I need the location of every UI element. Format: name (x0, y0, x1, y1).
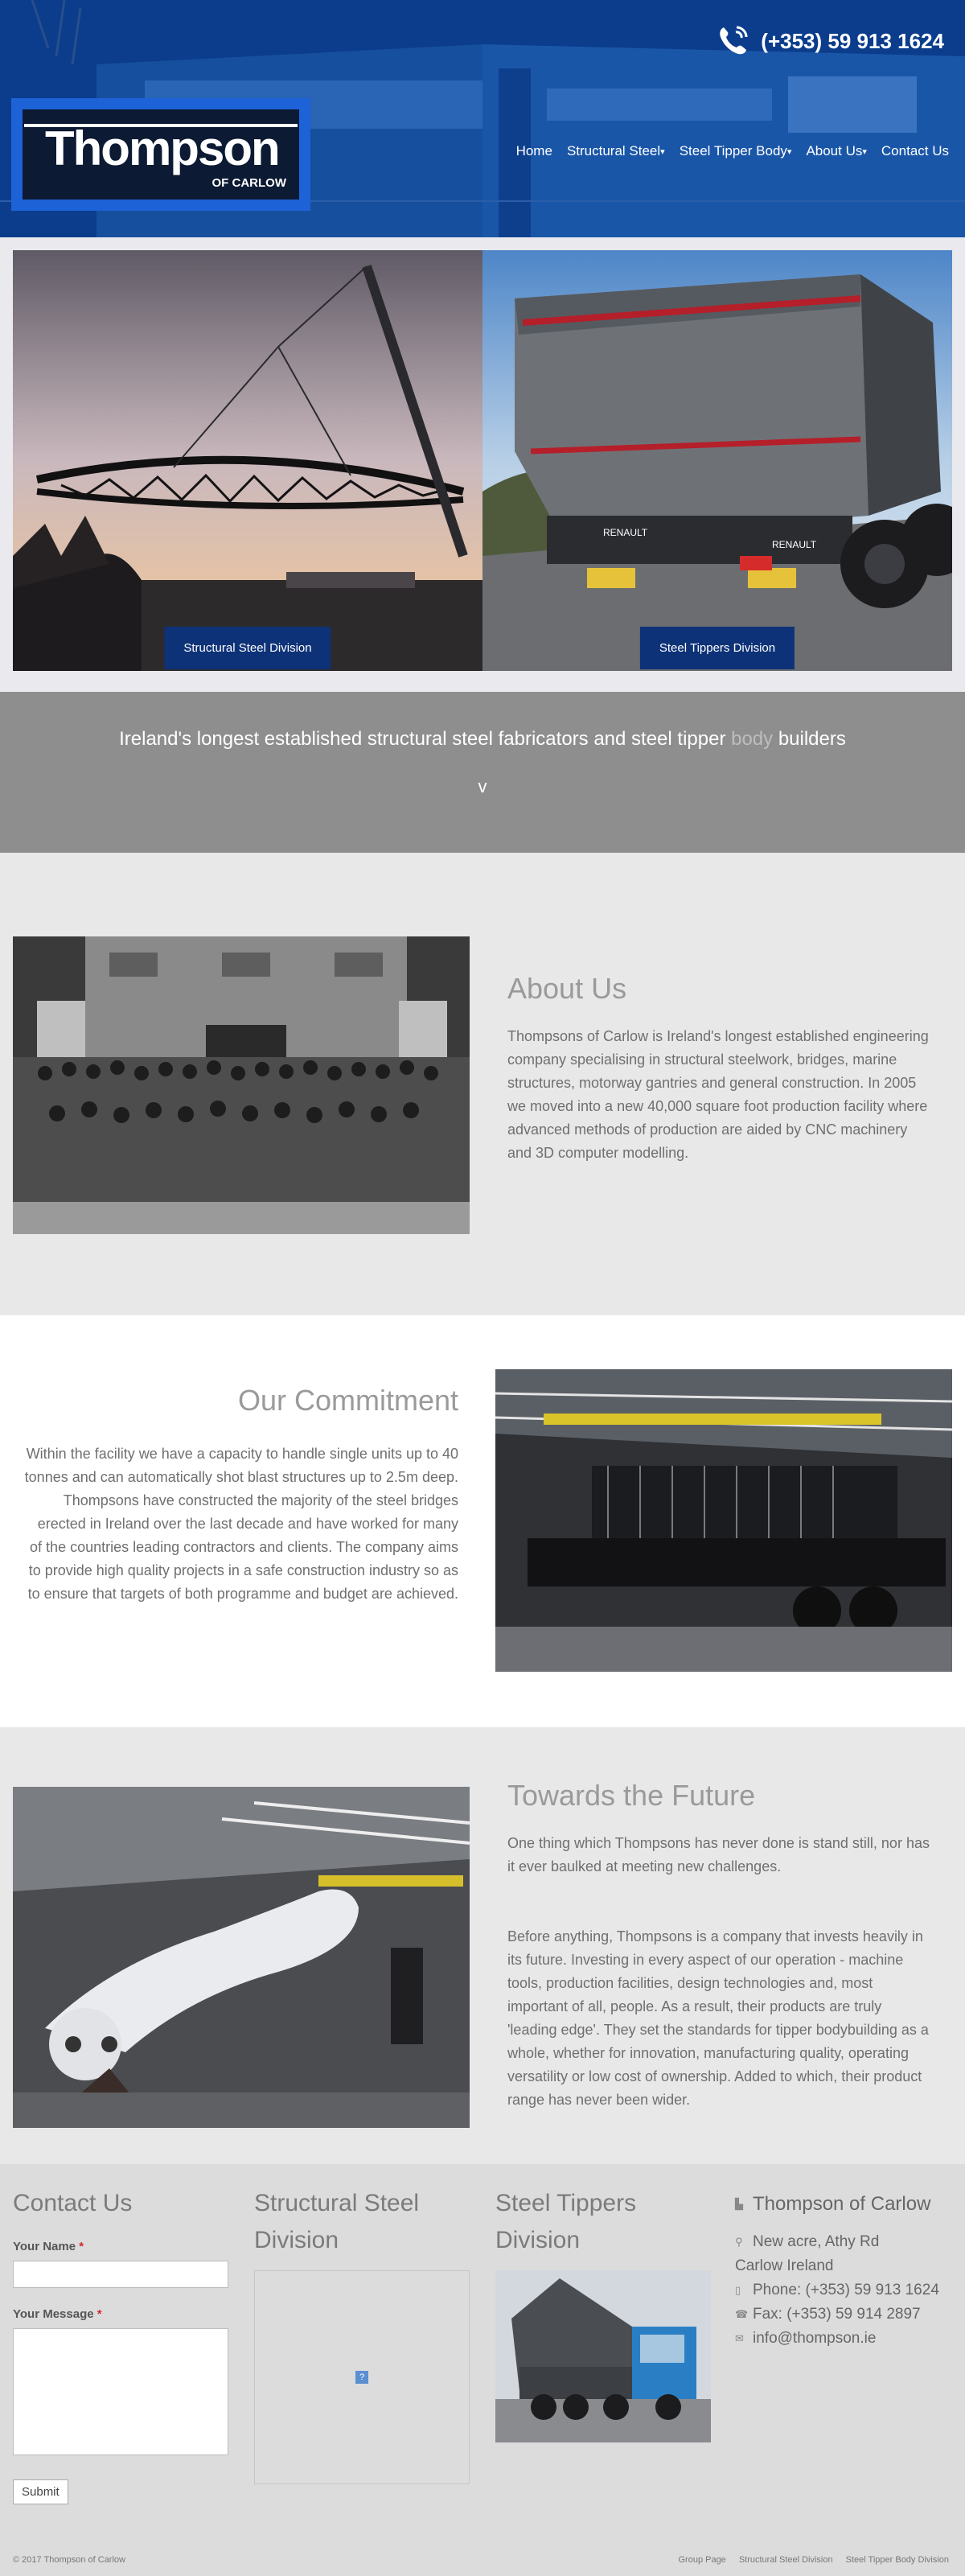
logo-subtitle: OF CARLOW (211, 176, 286, 190)
structural-steel-tile[interactable]: Structural Steel Division (13, 250, 482, 671)
chevron-down-icon: ▾ (660, 146, 665, 157)
commitment-title: Our Commitment (237, 1384, 458, 1417)
message-label: Your Message * (13, 2307, 102, 2321)
map-pin-icon: ⚲ (735, 2236, 743, 2248)
name-input[interactable] (13, 2261, 228, 2288)
svg-text:RENAULT: RENAULT (603, 527, 648, 538)
map-marker-icon: ? (355, 2371, 368, 2384)
company-email[interactable]: ✉ info@thompson.ie (735, 2330, 876, 2348)
steel-tippers-tile[interactable]: RENAULT RENAULT Steel Tippers Division (482, 250, 952, 671)
future-para-1: One thing which Thompsons has never done… (507, 1835, 930, 1874)
copyright: © 2017 Thompson of Carlow (13, 2555, 125, 2565)
steel-fabrication-photo (13, 1787, 470, 2128)
footer-links: Group Page Structural Steel Division Ste… (678, 2555, 949, 2565)
footer-link-structural[interactable]: Structural Steel Division (739, 2555, 833, 2565)
site-logo[interactable]: Thompson OF CARLOW (11, 98, 310, 211)
future-section: Towards the Future One thing which Thomp… (0, 1727, 965, 2164)
company-phone[interactable]: ▯ Phone: (+353) 59 913 1624 (735, 2282, 939, 2299)
footer-tippers-title: Steel Tippers Division (495, 2190, 637, 2253)
svg-text:RENAULT: RENAULT (772, 539, 817, 550)
site-footer: Contact Us Your Name * Your Message * Su… (0, 2164, 965, 2576)
main-nav: Home Structural Steel ▾ Steel Tipper Body… (516, 143, 949, 159)
submit-button[interactable]: Submit (13, 2479, 68, 2504)
commitment-section: Our Commitment Within the facility we ha… (0, 1315, 965, 1727)
tipper-truck-image: RENAULT RENAULT (482, 250, 952, 671)
nav-contact-us[interactable]: Contact Us (881, 143, 949, 159)
company-fax: ☎ Fax: (+353) 59 914 2897 (735, 2306, 921, 2323)
tagline-text: Ireland's longest established structural… (119, 728, 846, 750)
company-address-line-2: Carlow Ireland (735, 2257, 834, 2274)
nav-about-us[interactable]: About Us ▾ (806, 143, 866, 159)
bridge-lift-image (13, 250, 482, 671)
name-label: Your Name * (13, 2240, 84, 2253)
chevron-down-icon: ▾ (786, 146, 792, 157)
scroll-down-icon[interactable]: v (0, 776, 965, 797)
company-address-line-1: ⚲ New acre, Athy Rd (735, 2233, 880, 2250)
building-icon: ▙ (735, 2198, 743, 2210)
chevron-down-icon: ▾ (862, 146, 867, 157)
envelope-icon: ✉ (735, 2332, 744, 2344)
footer-structural-title: Structural Steel Division (254, 2190, 420, 2253)
tipper-truck-thumbnail[interactable] (495, 2270, 711, 2442)
phone-number: (+353) 59 913 1624 (761, 28, 944, 53)
future-title: Towards the Future (507, 1779, 756, 1812)
about-body: Thompsons of Carlow is Ireland's longest… (507, 1028, 929, 1161)
hero-section: Structural Steel Division RENAULT RENAUL… (0, 237, 965, 692)
nav-home[interactable]: Home (516, 143, 552, 159)
footer-link-group-page[interactable]: Group Page (678, 2555, 725, 2565)
about-title: About Us (507, 972, 627, 1005)
nav-structural-steel[interactable]: Structural Steel ▾ (567, 143, 665, 159)
company-name: ▙ Thompson of Carlow (735, 2193, 931, 2215)
header-phone[interactable]: (+353) 59 913 1624 (714, 23, 944, 60)
message-textarea[interactable] (13, 2328, 228, 2455)
about-group-photo (13, 936, 470, 1234)
mobile-icon: ▯ (735, 2284, 741, 2296)
tagline-band: Ireland's longest established structural… (0, 692, 965, 853)
future-para-2: Before anything, Thompsons is a company … (507, 1928, 929, 2108)
fax-icon: ☎ (735, 2308, 749, 2320)
nav-steel-tipper-body[interactable]: Steel Tipper Body ▾ (680, 143, 792, 159)
structural-division-map[interactable]: ? (254, 2270, 470, 2484)
logo-name: Thompson (45, 121, 281, 175)
factory-trailer-photo (495, 1369, 952, 1672)
about-section: About Us Thompsons of Carlow is Ireland'… (0, 853, 965, 1315)
footer-link-tipper[interactable]: Steel Tipper Body Division (846, 2555, 949, 2565)
footer-contact-title: Contact Us (13, 2190, 133, 2216)
phone-icon (720, 26, 748, 55)
steel-tippers-division-label[interactable]: Steel Tippers Division (639, 627, 795, 669)
structural-steel-division-label[interactable]: Structural Steel Division (164, 627, 331, 669)
site-header: (+353) 59 913 1624 Thompson OF CARLOW Ho… (0, 0, 965, 237)
commitment-body: Within the facility we have a capacity t… (24, 1446, 458, 1602)
